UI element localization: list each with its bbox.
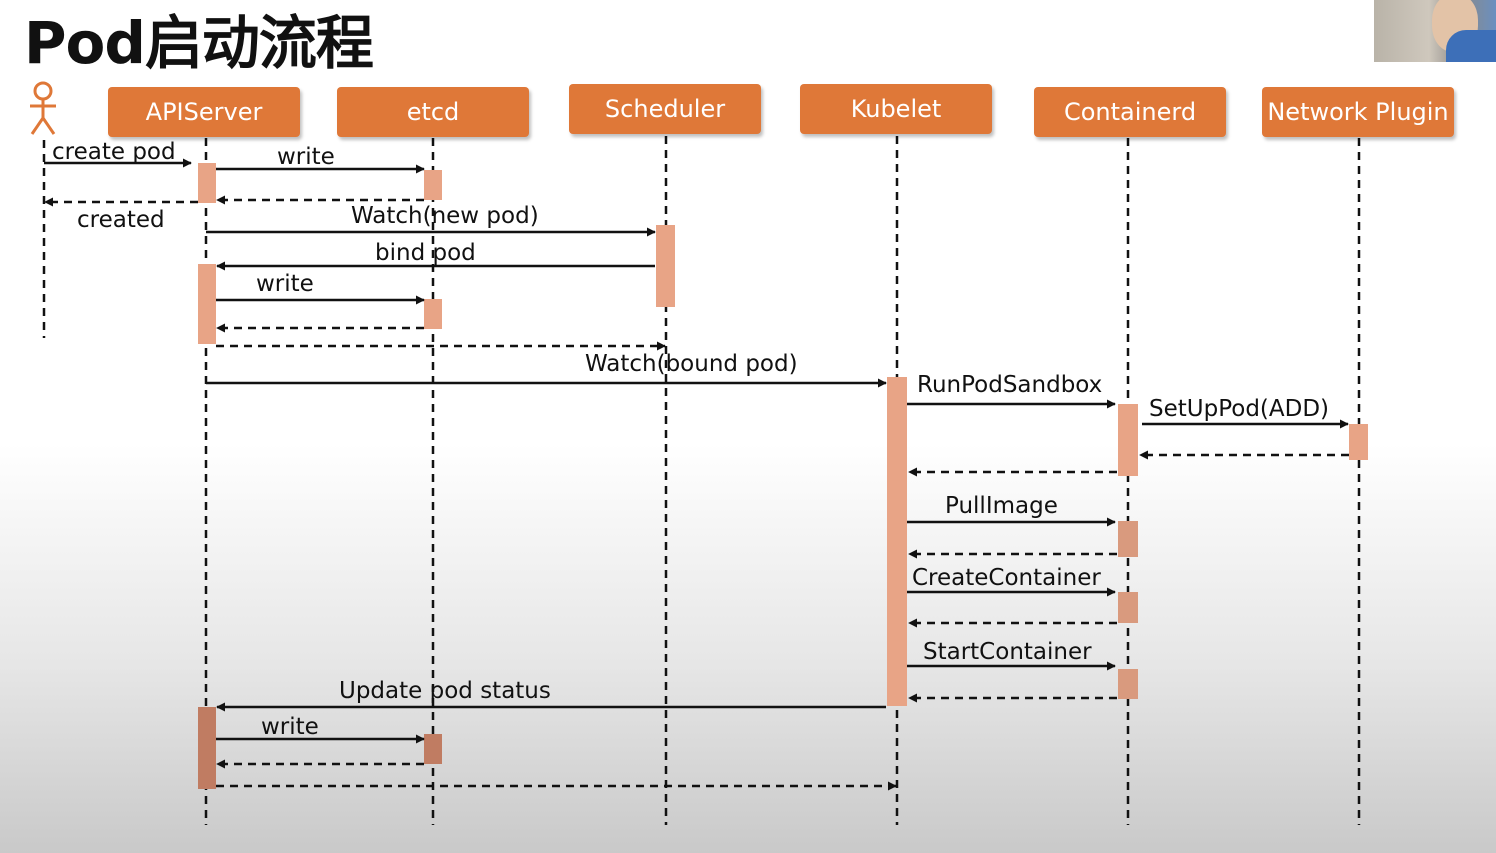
activation-containerd-2 bbox=[1118, 521, 1138, 557]
activation-etcd-2 bbox=[424, 299, 442, 329]
label-pull-image: PullImage bbox=[945, 493, 1058, 519]
label-write-2: write bbox=[256, 271, 314, 297]
activation-containerd-3 bbox=[1118, 592, 1138, 623]
activation-network-plugin bbox=[1349, 424, 1368, 460]
label-write-1: write bbox=[277, 144, 335, 170]
participant-apiserver: APIServer bbox=[108, 87, 300, 137]
label-created: created bbox=[77, 207, 165, 233]
label-start-container: StartContainer bbox=[923, 639, 1092, 665]
participant-containerd: Containerd bbox=[1034, 87, 1226, 137]
activation-apiserver-1 bbox=[198, 163, 216, 203]
participant-scheduler: Scheduler bbox=[569, 84, 761, 134]
actor-icon bbox=[30, 81, 56, 135]
label-update-pod-status: Update pod status bbox=[339, 678, 551, 704]
label-watch-bound-pod: Watch(bound pod) bbox=[585, 351, 798, 377]
label-set-up-pod: SetUpPod(ADD) bbox=[1149, 396, 1330, 422]
activation-kubelet bbox=[887, 377, 907, 706]
activation-containerd-1 bbox=[1118, 404, 1138, 476]
activation-apiserver-3 bbox=[198, 707, 216, 789]
activation-containerd-4 bbox=[1118, 669, 1138, 699]
participant-kubelet: Kubelet bbox=[800, 84, 992, 134]
activation-etcd-3 bbox=[424, 734, 442, 764]
label-create-pod: create pod bbox=[52, 139, 176, 165]
label-bind-pod: bind pod bbox=[375, 240, 476, 266]
label-create-container: CreateContainer bbox=[912, 565, 1101, 591]
label-write-3: write bbox=[261, 714, 319, 740]
activation-scheduler-1 bbox=[656, 225, 675, 307]
activation-etcd-1 bbox=[424, 170, 442, 200]
participant-etcd: etcd bbox=[337, 87, 529, 137]
label-run-pod-sandbox: RunPodSandbox bbox=[917, 372, 1103, 398]
label-watch-new-pod: Watch(new pod) bbox=[351, 203, 539, 229]
participant-network-plugin: Network Plugin bbox=[1262, 87, 1454, 137]
activation-apiserver-2 bbox=[198, 264, 216, 344]
